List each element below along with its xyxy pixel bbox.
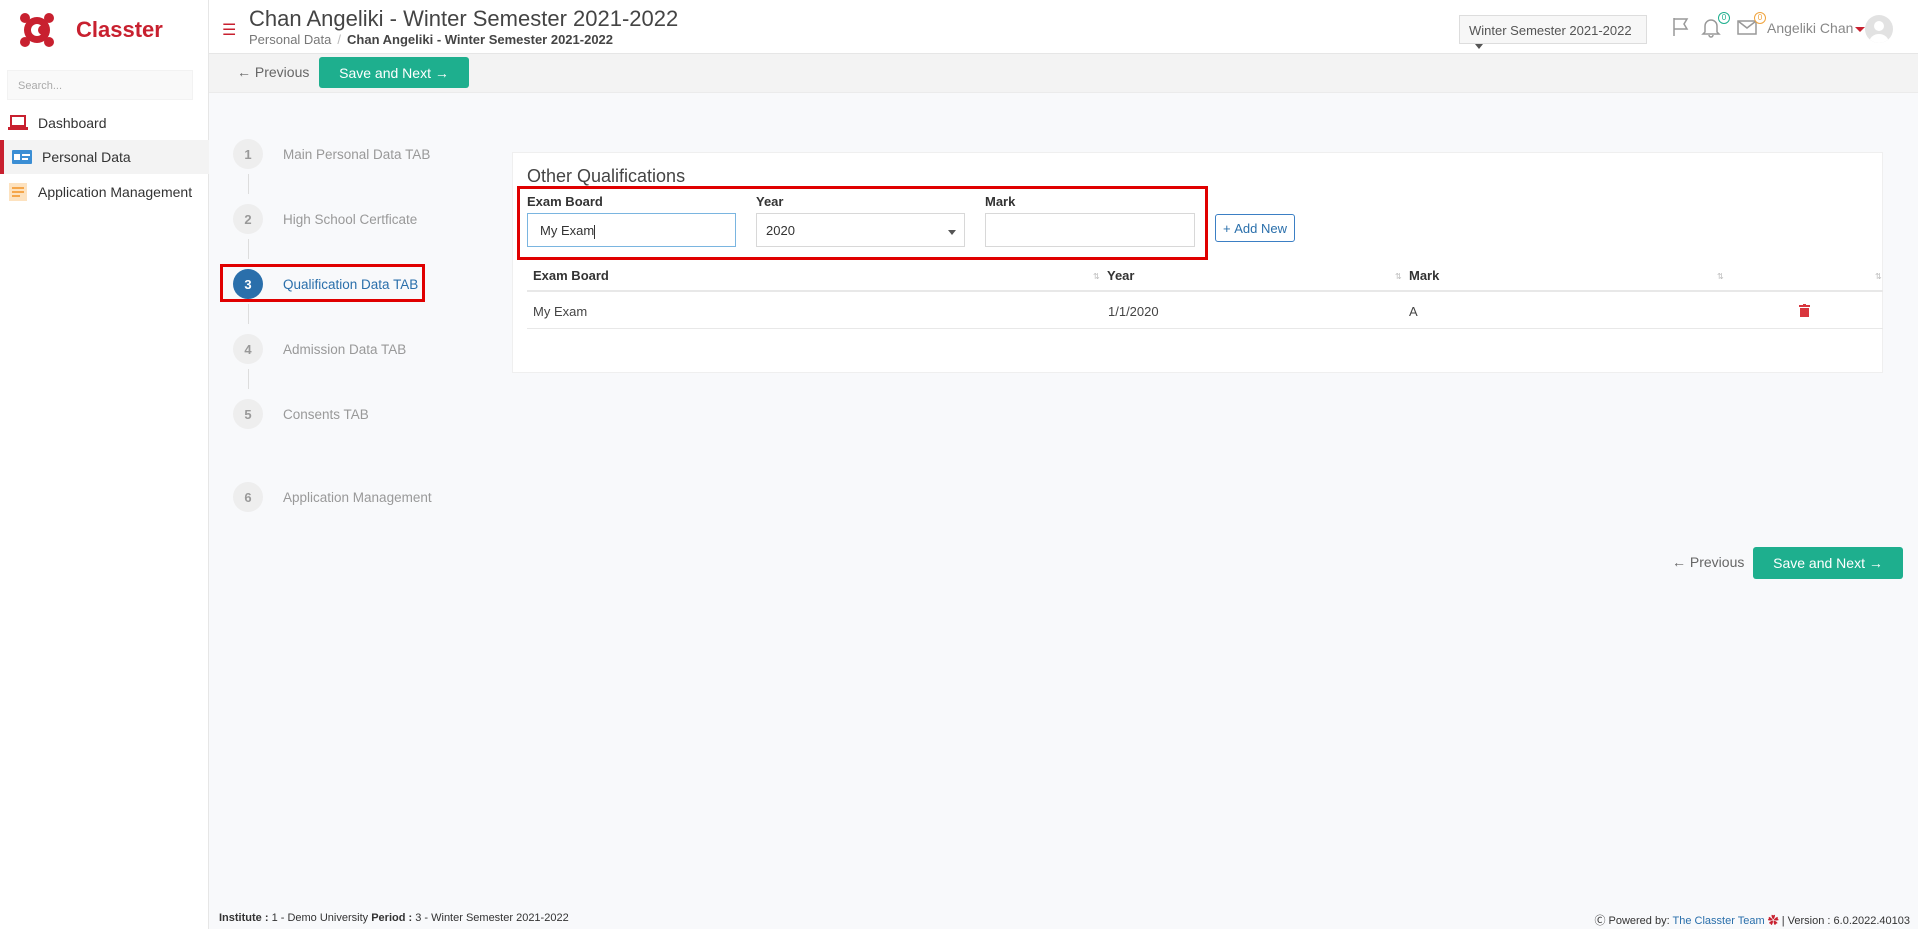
avatar[interactable] — [1865, 15, 1893, 43]
top-header: ☰ Chan Angeliki - Winter Semester 2021-2… — [209, 0, 1918, 54]
sort-icon[interactable]: ⇅ — [1395, 272, 1402, 281]
step-number: 2 — [233, 204, 263, 234]
classter-logo-icon — [20, 13, 54, 47]
column-header-year[interactable]: Year — [1107, 268, 1134, 283]
step-connector — [248, 239, 249, 259]
id-card-icon — [12, 148, 32, 166]
sort-icon[interactable]: ⇅ — [1875, 272, 1882, 281]
user-name[interactable]: Angeliki Chan — [1767, 20, 1853, 36]
envelope-icon[interactable]: 0 — [1736, 12, 1766, 38]
sidebar-item-application-management[interactable]: Application Management — [0, 175, 209, 209]
step-number: 6 — [233, 482, 263, 512]
step-label: Consents TAB — [283, 406, 369, 422]
step-highlight-box — [220, 264, 425, 302]
arrow-right-icon: → — [434, 64, 449, 81]
column-header-mark[interactable]: Mark — [1409, 268, 1439, 283]
step-label: Application Management — [283, 489, 432, 505]
notifications-badge: 0 — [1718, 12, 1730, 24]
section-title: Other Qualifications — [527, 166, 686, 186]
step-high-school-certificate[interactable]: 2 High School Certficate — [233, 204, 417, 234]
classter-mini-logo-icon: ✿ — [1767, 915, 1779, 927]
messages-badge: 0 — [1754, 12, 1766, 24]
form-highlight-box — [517, 186, 1208, 260]
footer: Institute : 1 - Demo University Period :… — [209, 903, 1918, 929]
footer-credits: Ⓒ Powered by: The Classter Team ✿ | Vers… — [1594, 915, 1910, 927]
arrow-left-icon: ← — [237, 64, 251, 80]
step-number: 5 — [233, 399, 263, 429]
sidebar-item-dashboard[interactable]: Dashboard — [0, 106, 209, 140]
semester-select-value: Winter Semester 2021-2022 — [1469, 23, 1632, 38]
breadcrumb: Personal Data / Chan Angeliki - Winter Sem… — [249, 32, 613, 47]
arrow-right-icon: → — [1868, 555, 1883, 571]
step-application-management[interactable]: 6 Application Management — [233, 482, 432, 512]
breadcrumb-current: Chan Angeliki - Winter Semester 2021-202… — [347, 32, 614, 47]
flag-icon[interactable] — [1670, 16, 1694, 38]
form-icon — [8, 183, 28, 201]
breadcrumb-item[interactable]: Personal Data — [249, 32, 331, 47]
save-and-next-button[interactable]: Save and Next → — [319, 57, 469, 88]
step-label: Main Personal Data TAB — [283, 146, 431, 162]
plus-icon: + — [1223, 220, 1231, 236]
sidebar-item-label: Personal Data — [42, 149, 131, 165]
semester-select[interactable]: Winter Semester 2021-2022 — [1459, 15, 1647, 50]
sidebar: Classter Search... Dashboard Personal Da… — [0, 0, 209, 929]
page-title: Chan Angeliki - Winter Semester 2021-202… — [249, 6, 679, 31]
step-admission-data[interactable]: 4 Admission Data TAB — [233, 334, 406, 364]
classter-logo[interactable]: Classter — [18, 10, 163, 50]
previous-button[interactable]: ← Previous — [237, 64, 309, 80]
footer-info: Institute : 1 - Demo University Period :… — [219, 912, 569, 924]
cell-mark: A — [1409, 304, 1418, 319]
step-label: Admission Data TAB — [283, 341, 407, 357]
trash-icon[interactable] — [1799, 304, 1810, 320]
cell-exam-board: My Exam — [533, 304, 588, 319]
chevron-down-icon[interactable] — [1855, 27, 1865, 32]
bell-icon[interactable]: 0 — [1700, 12, 1730, 38]
step-main-personal-data[interactable]: 1 Main Personal Data TAB — [233, 139, 430, 169]
previous-button-bottom[interactable]: ← Previous — [1672, 554, 1744, 570]
laptop-icon — [8, 114, 28, 132]
step-label: High School Certficate — [283, 211, 418, 227]
app-name: Classter — [76, 17, 163, 42]
add-new-button[interactable]: + Add New — [1215, 214, 1295, 242]
menu-toggle-icon[interactable]: ☰ — [222, 23, 236, 39]
copyright-icon: Ⓒ — [1594, 915, 1606, 927]
arrow-left-icon: ← — [1672, 554, 1686, 570]
column-header-exam-board[interactable]: Exam Board — [533, 268, 609, 283]
sidebar-item-personal-data[interactable]: Personal Data — [0, 140, 209, 174]
sidebar-item-label: Dashboard — [38, 115, 107, 131]
step-number: 1 — [233, 139, 263, 169]
save-and-next-button-bottom[interactable]: Save and Next → — [1753, 547, 1903, 579]
action-toolbar: ← Previous Save and Next → — [209, 54, 1918, 93]
sort-icon[interactable]: ⇅ — [1093, 272, 1100, 281]
step-consents[interactable]: 5 Consents TAB — [233, 399, 369, 429]
search-input[interactable]: Search... — [7, 70, 193, 100]
step-number: 4 — [233, 334, 263, 364]
table-row: My Exam 1/1/2020 A — [527, 292, 1883, 329]
sidebar-item-label: Application Management — [38, 184, 193, 200]
chevron-down-icon — [1475, 44, 1483, 50]
sort-icon[interactable]: ⇅ — [1717, 272, 1724, 281]
step-connector — [248, 304, 249, 324]
step-connector — [248, 174, 249, 194]
breadcrumb-separator: / — [337, 32, 342, 47]
classter-team-link[interactable]: The Classter Team — [1673, 915, 1765, 927]
step-connector — [248, 369, 249, 389]
cell-year: 1/1/2020 — [1108, 304, 1159, 319]
